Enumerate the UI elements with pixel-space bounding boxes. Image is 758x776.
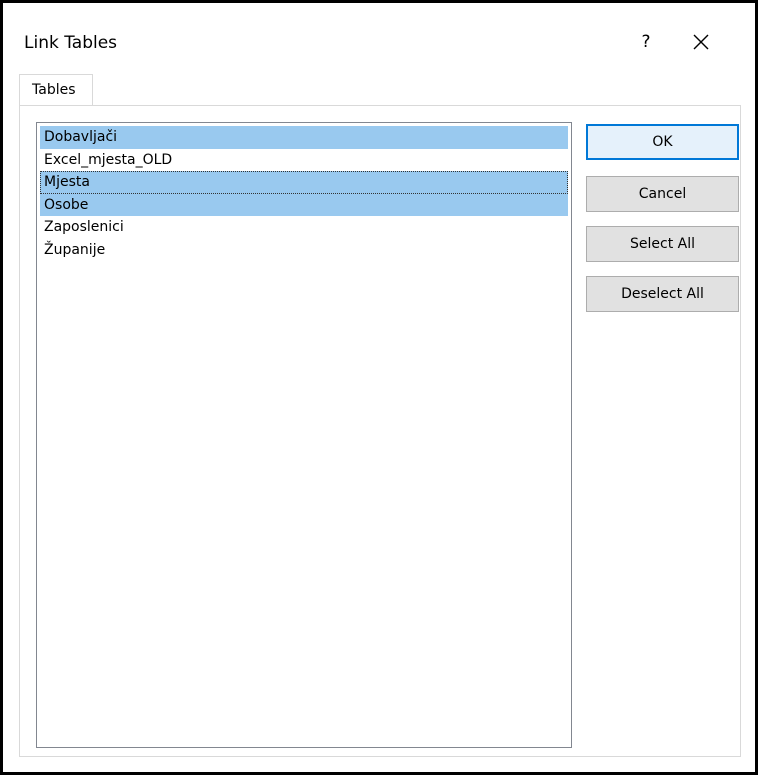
help-button[interactable]: ? (631, 27, 661, 57)
list-item[interactable]: Dobavljači (40, 126, 568, 149)
ok-button[interactable]: OK (586, 124, 739, 160)
list-item[interactable]: Županije (40, 239, 568, 262)
select-all-button[interactable]: Select All (586, 226, 739, 262)
dialog-title: Link Tables (24, 33, 118, 53)
list-item[interactable]: Excel_mjesta_OLD (40, 149, 568, 172)
list-item[interactable]: Mjesta (40, 171, 568, 194)
close-button[interactable] (686, 27, 716, 57)
deselect-all-button[interactable]: Deselect All (586, 276, 739, 312)
tables-listbox[interactable]: Dobavljači Excel_mjesta_OLD Mjesta Osobe… (36, 122, 572, 748)
tab-tables[interactable]: Tables (19, 74, 93, 105)
list-item[interactable]: Zaposlenici (40, 216, 568, 239)
close-icon (693, 34, 709, 50)
cancel-button[interactable]: Cancel (586, 176, 739, 212)
list-item[interactable]: Osobe (40, 193, 568, 216)
